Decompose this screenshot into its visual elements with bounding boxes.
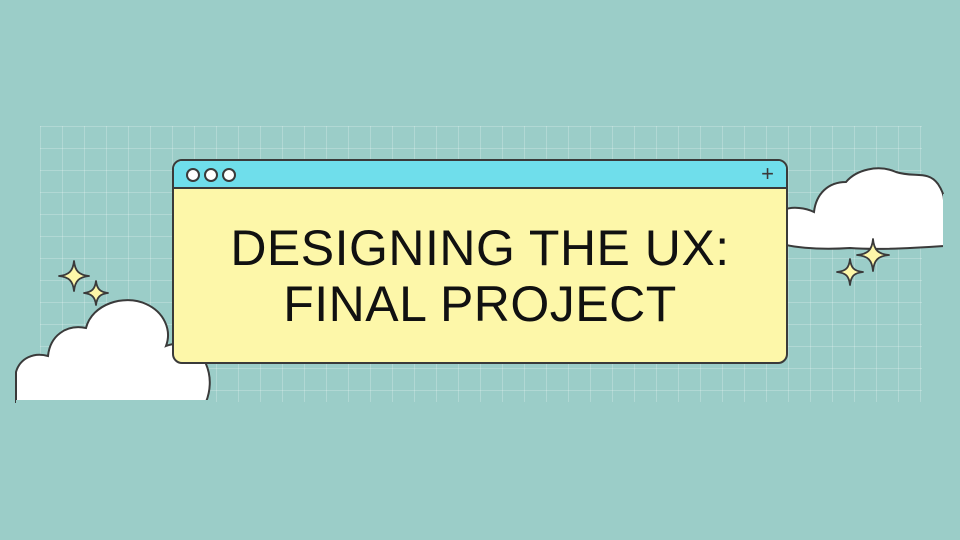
slide-title: DESIGNING THE UX: FINAL PROJECT: [174, 189, 786, 362]
sparkle-icon: [83, 280, 109, 306]
title-line-2: FINAL PROJECT: [283, 275, 677, 332]
title-line-1: DESIGNING THE UX:: [230, 219, 730, 276]
window-dot-icon: [186, 168, 200, 182]
window-dot-icon: [222, 168, 236, 182]
window-dot-icon: [204, 168, 218, 182]
plus-icon: +: [761, 161, 774, 186]
window-titlebar: +: [174, 161, 786, 189]
sparkle-icon: [836, 258, 864, 286]
browser-window: + DESIGNING THE UX: FINAL PROJECT: [172, 159, 788, 364]
